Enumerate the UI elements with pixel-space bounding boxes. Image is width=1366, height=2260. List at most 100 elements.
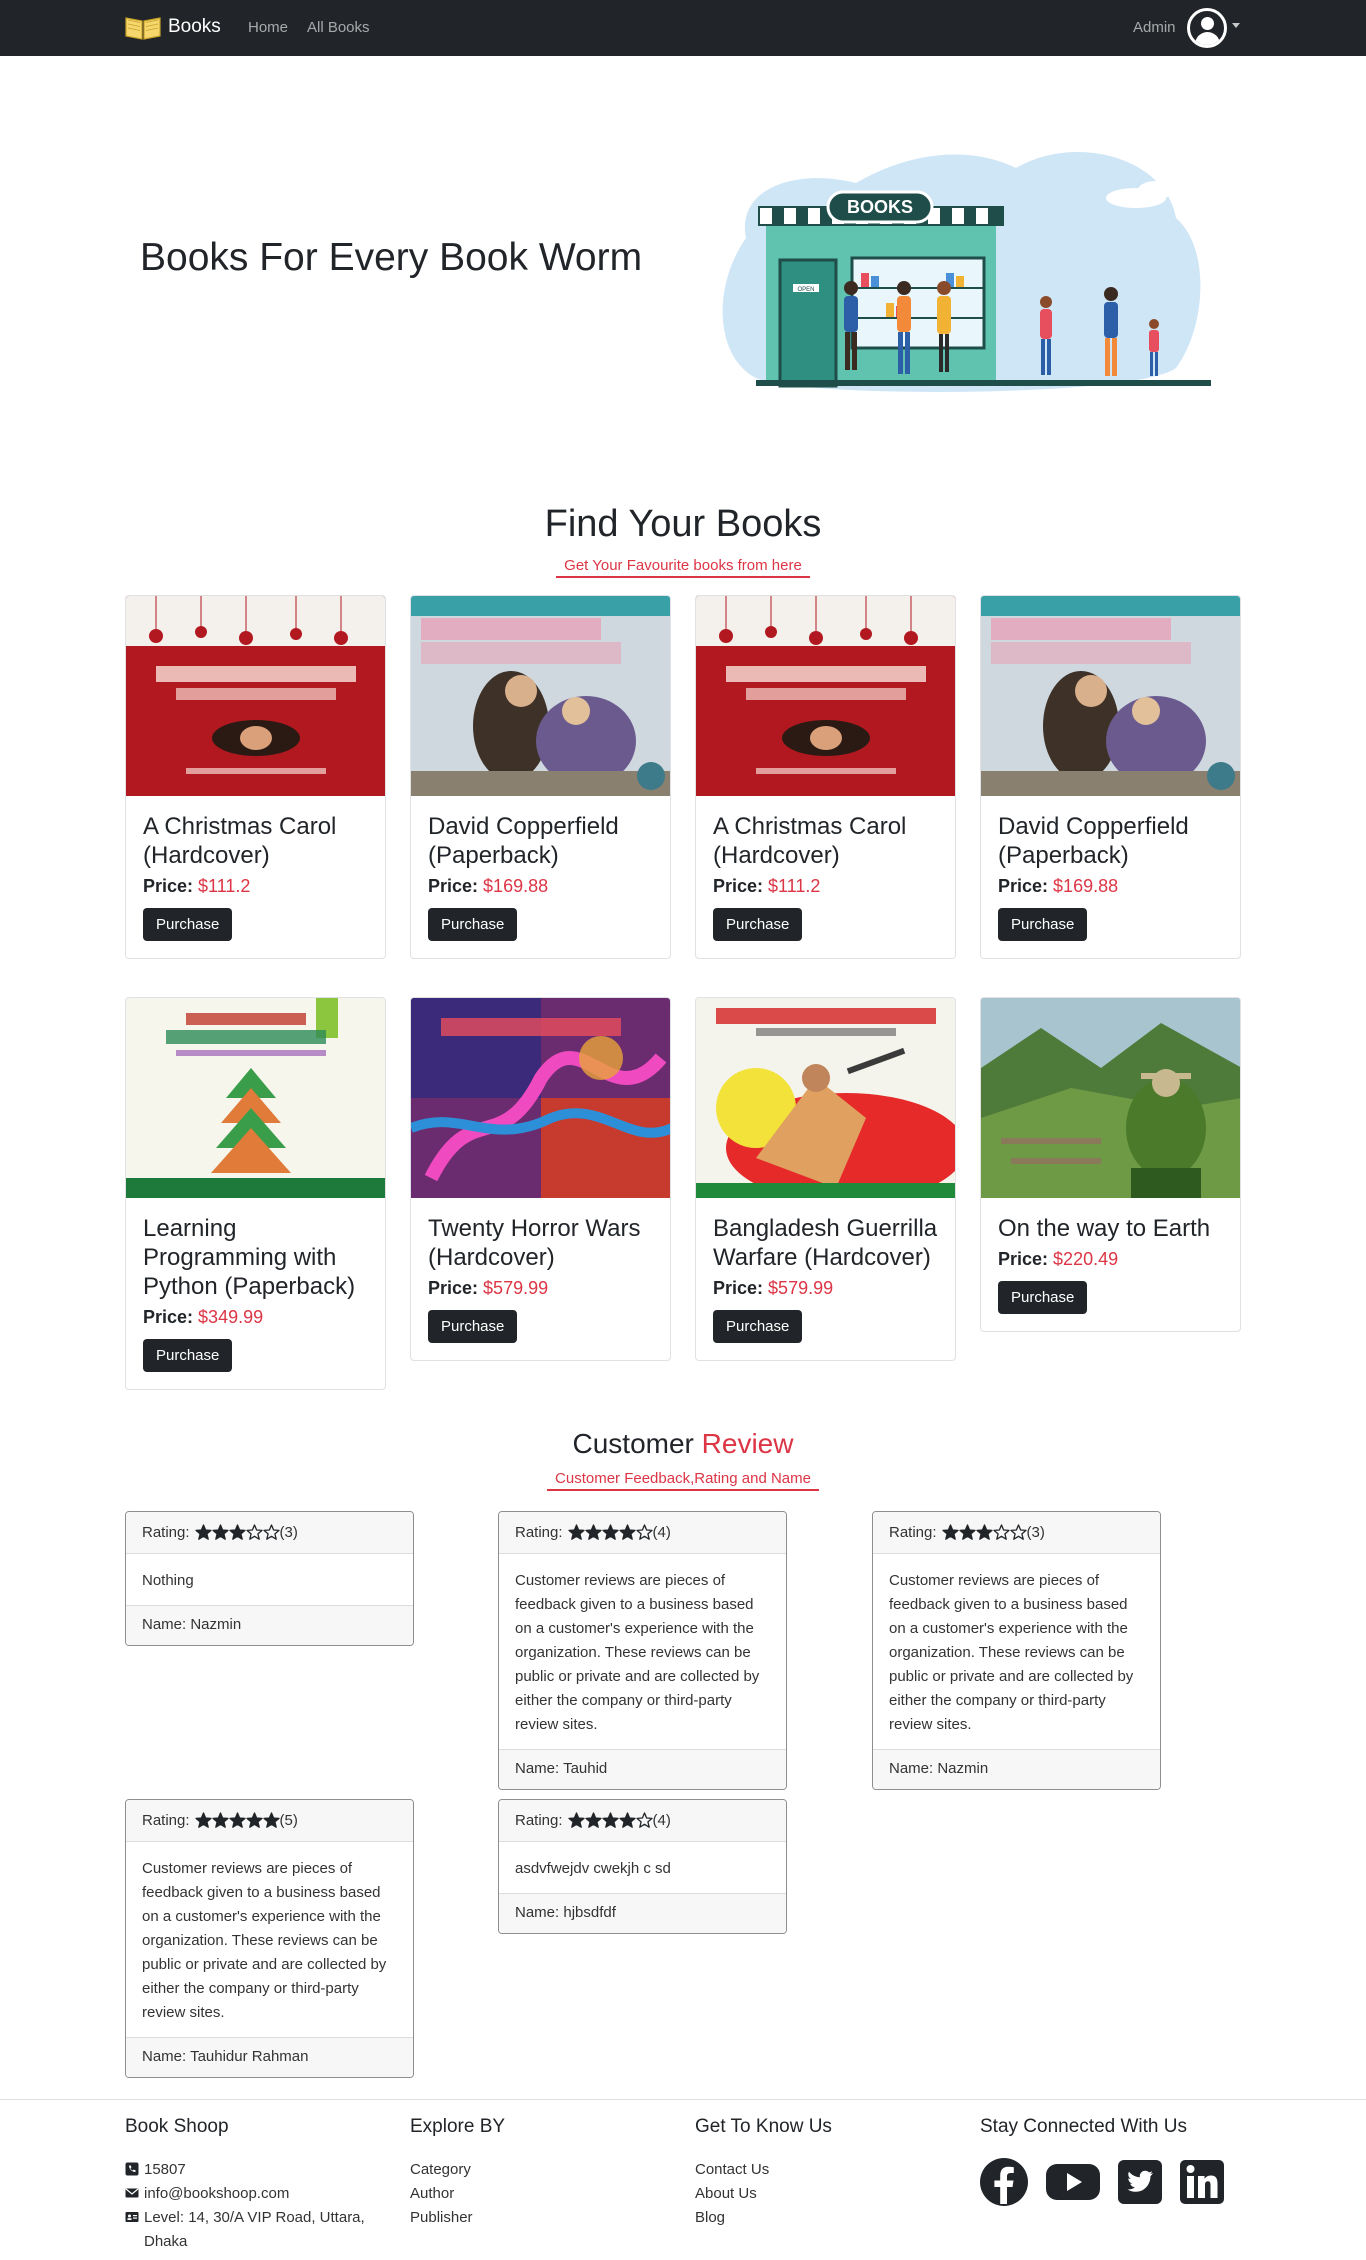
footer-explore: Explore BY Category Author Publisher xyxy=(410,2116,505,2230)
star-empty-icon xyxy=(262,1524,280,1540)
star-empty-icon xyxy=(635,1524,653,1540)
footer-link-author[interactable]: Author xyxy=(410,2182,505,2206)
reviews-section-subtitle: Customer Feedback,Rating and Name xyxy=(0,1470,1366,1491)
book-price-row: Price: $169.88 xyxy=(998,876,1223,897)
phone-number: 15807 xyxy=(144,2161,186,2178)
star-empty-icon xyxy=(992,1524,1010,1540)
review-card: Rating: (5) Customer reviews are pieces o… xyxy=(125,1799,414,2078)
price-label: Price: xyxy=(713,1278,764,1298)
footer-link-publisher[interactable]: Publisher xyxy=(410,2206,505,2230)
rating-value: (5) xyxy=(279,1812,298,1829)
footer-divider xyxy=(0,2099,1366,2100)
book-cover-earth[interactable] xyxy=(981,998,1240,1198)
footer-heading: Stay Connected With Us xyxy=(980,2116,1187,2137)
reviewer-name: Name: Nazmin xyxy=(126,1605,413,1645)
price-label: Price: xyxy=(998,1249,1049,1269)
review-text: Nothing xyxy=(142,1572,194,1589)
purchase-button[interactable]: Purchase xyxy=(143,1339,233,1372)
footer-heading: Get To Know Us xyxy=(695,2116,832,2137)
star-filled-icon xyxy=(975,1524,993,1540)
purchase-button[interactable]: Purchase xyxy=(428,908,518,941)
review-card: Rating: (3) Nothing Name: Nazmin xyxy=(125,1511,414,1646)
book-title: Twenty Horror Wars (Hardcover) xyxy=(428,1215,641,1271)
reviews-title-part1: Customer xyxy=(572,1428,694,1459)
user-name[interactable]: Admin xyxy=(1133,19,1176,36)
rating-value: (4) xyxy=(652,1524,671,1541)
book-title: Learning Programming with Python (Paperb… xyxy=(143,1215,356,1300)
book-title: A Christmas Carol (Hardcover) xyxy=(713,813,907,869)
book-cover-christmas-carol[interactable] xyxy=(696,596,955,796)
nav-all-books-link[interactable]: All Books xyxy=(307,19,370,36)
book-price: $169.88 xyxy=(1053,876,1119,896)
purchase-button[interactable]: Purchase xyxy=(428,1310,518,1343)
footer-link-blog[interactable]: Blog xyxy=(695,2206,832,2230)
star-rating xyxy=(567,1524,653,1541)
nav-home-link[interactable]: Home xyxy=(248,19,288,36)
star-empty-icon xyxy=(1009,1524,1027,1540)
rating-label: Rating: xyxy=(515,1812,563,1829)
book-price-row: Price: $169.88 xyxy=(428,876,653,897)
rating-label: Rating: xyxy=(142,1524,190,1541)
books-section-title: Find Your Books xyxy=(544,503,822,545)
book-cover-horror[interactable] xyxy=(411,998,670,1198)
star-filled-icon xyxy=(567,1812,585,1828)
chevron-down-icon[interactable] xyxy=(1232,23,1240,28)
star-filled-icon xyxy=(618,1524,636,1540)
book-cover-python[interactable] xyxy=(126,998,385,1198)
star-filled-icon xyxy=(584,1524,602,1540)
footer-address: Level: 14, 30/A VIP Road, Uttara, Dhaka xyxy=(125,2206,385,2254)
books-subtitle-text: Get Your Favourite books from here xyxy=(556,557,810,578)
envelope-icon xyxy=(125,2188,139,2198)
purchase-button[interactable]: Purchase xyxy=(713,1310,803,1343)
star-rating xyxy=(941,1524,1027,1541)
phone-icon xyxy=(125,2162,139,2176)
book-card: Twenty Horror Wars (Hardcover) Price: $5… xyxy=(410,997,671,1361)
user-avatar-icon[interactable] xyxy=(1187,8,1227,48)
linkedin-icon[interactable] xyxy=(1180,2158,1224,2206)
reviews-title-part2: Review xyxy=(701,1428,794,1459)
book-cover-david-copperfield[interactable] xyxy=(411,596,670,796)
purchase-button[interactable]: Purchase xyxy=(998,1281,1088,1314)
book-cover-guerrilla[interactable] xyxy=(696,998,955,1198)
star-filled-icon xyxy=(958,1524,976,1540)
price-label: Price: xyxy=(998,876,1049,896)
youtube-icon[interactable] xyxy=(1046,2158,1100,2206)
twitter-icon[interactable] xyxy=(1118,2158,1162,2206)
price-label: Price: xyxy=(428,876,479,896)
review-text: Customer reviews are pieces of feedback … xyxy=(889,1572,1134,1733)
footer-phone: 15807 xyxy=(125,2158,385,2182)
review-text: Customer reviews are pieces of feedback … xyxy=(142,1860,387,2021)
book-price-row: Price: $220.49 xyxy=(998,1249,1223,1270)
review-rating: Rating: (3) xyxy=(126,1512,413,1554)
social-links xyxy=(980,2158,1224,2206)
facebook-icon[interactable] xyxy=(980,2158,1028,2206)
book-title: David Copperfield (Paperback) xyxy=(998,813,1189,869)
rating-value: (3) xyxy=(279,1524,298,1541)
postal-address: Level: 14, 30/A VIP Road, Uttara, Dhaka xyxy=(144,2209,365,2250)
star-filled-icon xyxy=(228,1524,246,1540)
book-cover-christmas-carol[interactable] xyxy=(126,596,385,796)
star-filled-icon xyxy=(245,1812,263,1828)
footer-link-contact[interactable]: Contact Us xyxy=(695,2158,832,2182)
book-price-row: Price: $579.99 xyxy=(713,1278,938,1299)
book-card: A Christmas Carol (Hardcover) Price: $11… xyxy=(125,595,386,959)
book-price: $169.88 xyxy=(483,876,549,896)
footer-link-about[interactable]: About Us xyxy=(695,2182,832,2206)
email-address[interactable]: info@bookshoop.com xyxy=(144,2182,289,2206)
review-rating: Rating: (5) xyxy=(126,1800,413,1842)
navbar: Books Home All Books Admin xyxy=(0,0,1366,56)
price-label: Price: xyxy=(143,1307,194,1327)
purchase-button[interactable]: Purchase xyxy=(998,908,1088,941)
books-section-subtitle: Get Your Favourite books from here xyxy=(0,557,1366,578)
footer-link-category[interactable]: Category xyxy=(410,2158,505,2182)
brand[interactable]: Books xyxy=(124,14,221,40)
book-card: Bangladesh Guerrilla Warfare (Hardcover)… xyxy=(695,997,956,1361)
purchase-button[interactable]: Purchase xyxy=(713,908,803,941)
star-rating xyxy=(194,1524,280,1541)
open-book-icon xyxy=(125,17,161,40)
reviewer-name: Name: hjbsdfdf xyxy=(499,1893,786,1933)
review-card: Rating: (3) Customer reviews are pieces o… xyxy=(872,1511,1161,1790)
purchase-button[interactable]: Purchase xyxy=(143,908,233,941)
book-cover-david-copperfield[interactable] xyxy=(981,596,1240,796)
book-price: $579.99 xyxy=(768,1278,834,1298)
